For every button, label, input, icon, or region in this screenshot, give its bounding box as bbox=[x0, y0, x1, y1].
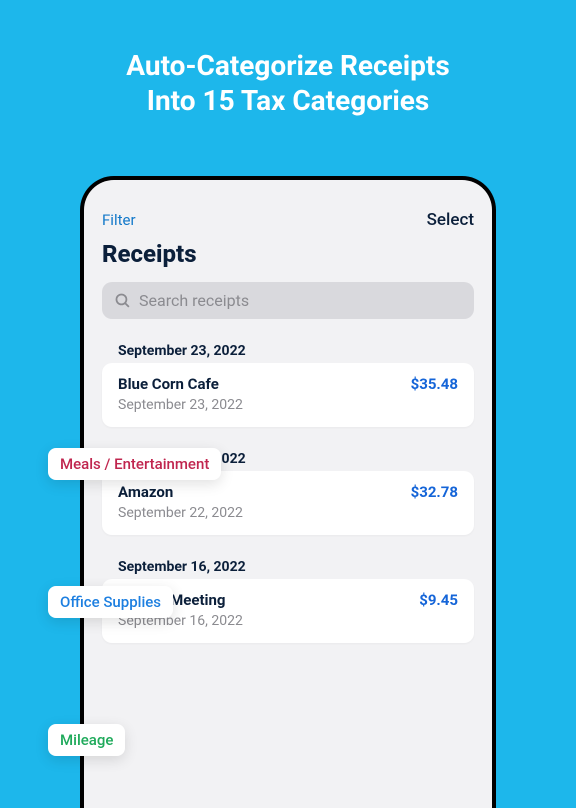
search-placeholder: Search receipts bbox=[139, 291, 249, 310]
section-0: September 23, 2022 Blue Corn Cafe $35.48… bbox=[102, 343, 474, 427]
merchant-name: Blue Corn Cafe bbox=[118, 375, 219, 393]
page-title: Receipts bbox=[102, 240, 474, 268]
headline: Auto-Categorize Receipts Into 15 Tax Cat… bbox=[0, 0, 576, 118]
headline-line-1: Auto-Categorize Receipts bbox=[126, 49, 450, 82]
category-tag-office[interactable]: Office Supplies bbox=[48, 586, 173, 618]
receipt-card[interactable]: Amazon $32.78 September 22, 2022 bbox=[102, 471, 474, 535]
filter-link[interactable]: Filter bbox=[102, 211, 136, 229]
category-tag-mileage[interactable]: Mileage bbox=[48, 724, 125, 756]
receipt-amount: $9.45 bbox=[419, 591, 458, 609]
receipt-amount: $35.48 bbox=[411, 375, 458, 393]
receipt-amount: $32.78 bbox=[411, 483, 458, 501]
receipt-date: September 22, 2022 bbox=[118, 505, 458, 521]
merchant-name: Amazon bbox=[118, 483, 173, 501]
receipt-date: September 23, 2022 bbox=[118, 397, 458, 413]
category-tag-meals[interactable]: Meals / Entertainment bbox=[48, 448, 221, 480]
headline-line-2: Into 15 Tax Categories bbox=[147, 84, 429, 117]
select-link[interactable]: Select bbox=[427, 210, 474, 230]
receipt-card[interactable]: Blue Corn Cafe $35.48 September 23, 2022 bbox=[102, 363, 474, 427]
device-frame: Filter Select Receipts Search receipts S… bbox=[80, 176, 496, 808]
search-icon bbox=[114, 292, 131, 309]
section-date-header: September 16, 2022 bbox=[118, 559, 474, 575]
search-input[interactable]: Search receipts bbox=[102, 282, 474, 319]
topbar: Filter Select bbox=[102, 210, 474, 230]
section-date-header: September 23, 2022 bbox=[118, 343, 474, 359]
